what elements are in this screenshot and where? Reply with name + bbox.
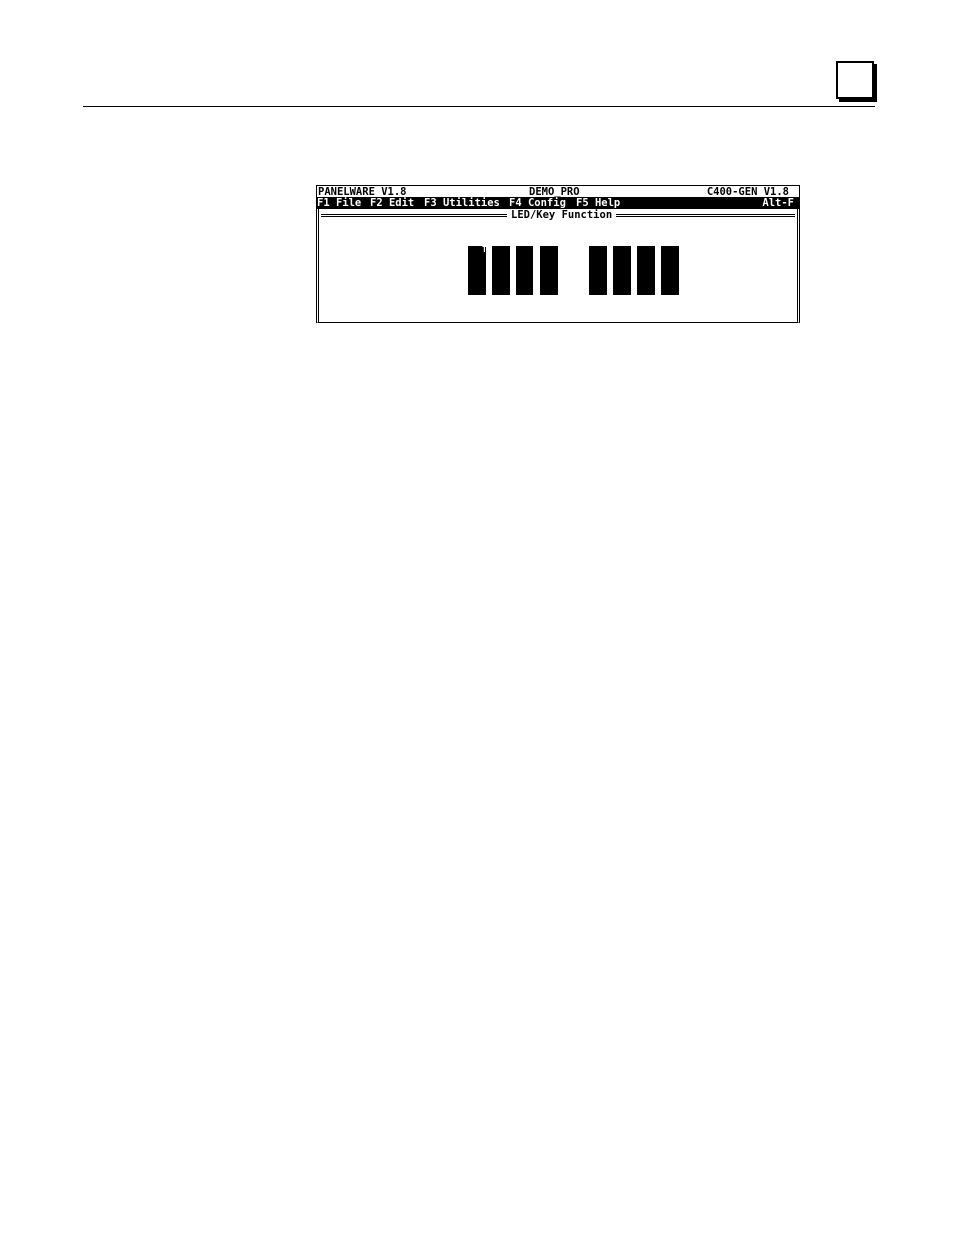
led-key-5[interactable] bbox=[589, 246, 607, 295]
menu-shortcut-hint: Alt-F bbox=[762, 197, 794, 209]
led-key-function-panel: LED/Key Function bbox=[316, 209, 800, 323]
chapter-tab-box bbox=[836, 61, 874, 99]
led-key-3[interactable] bbox=[516, 246, 533, 295]
led-key-4[interactable] bbox=[540, 246, 558, 295]
title-bar: PANELWARE V1.8 DEMO_PRO C400-GEN V1.8 bbox=[316, 185, 800, 198]
panel-title: LED/Key Function bbox=[507, 209, 617, 221]
menu-file[interactable]: F1 File bbox=[317, 197, 361, 209]
menu-utilities[interactable]: F3 Utilities bbox=[424, 197, 500, 209]
led-key-6[interactable] bbox=[613, 246, 631, 295]
panelware-screen: PANELWARE V1.8 DEMO_PRO C400-GEN V1.8 F1… bbox=[316, 185, 800, 323]
led-key-2[interactable] bbox=[492, 246, 510, 295]
led-key-8[interactable] bbox=[661, 246, 679, 295]
led-cursor-marker: T bbox=[482, 245, 487, 254]
menu-bar: F1 File F2 Edit F3 Utilities F4 Config F… bbox=[316, 197, 800, 209]
menu-edit[interactable]: F2 Edit bbox=[370, 197, 414, 209]
led-key-7[interactable] bbox=[637, 246, 655, 295]
menu-help[interactable]: F5 Help bbox=[576, 197, 620, 209]
page-header-rule bbox=[83, 106, 875, 107]
menu-config[interactable]: F4 Config bbox=[509, 197, 566, 209]
